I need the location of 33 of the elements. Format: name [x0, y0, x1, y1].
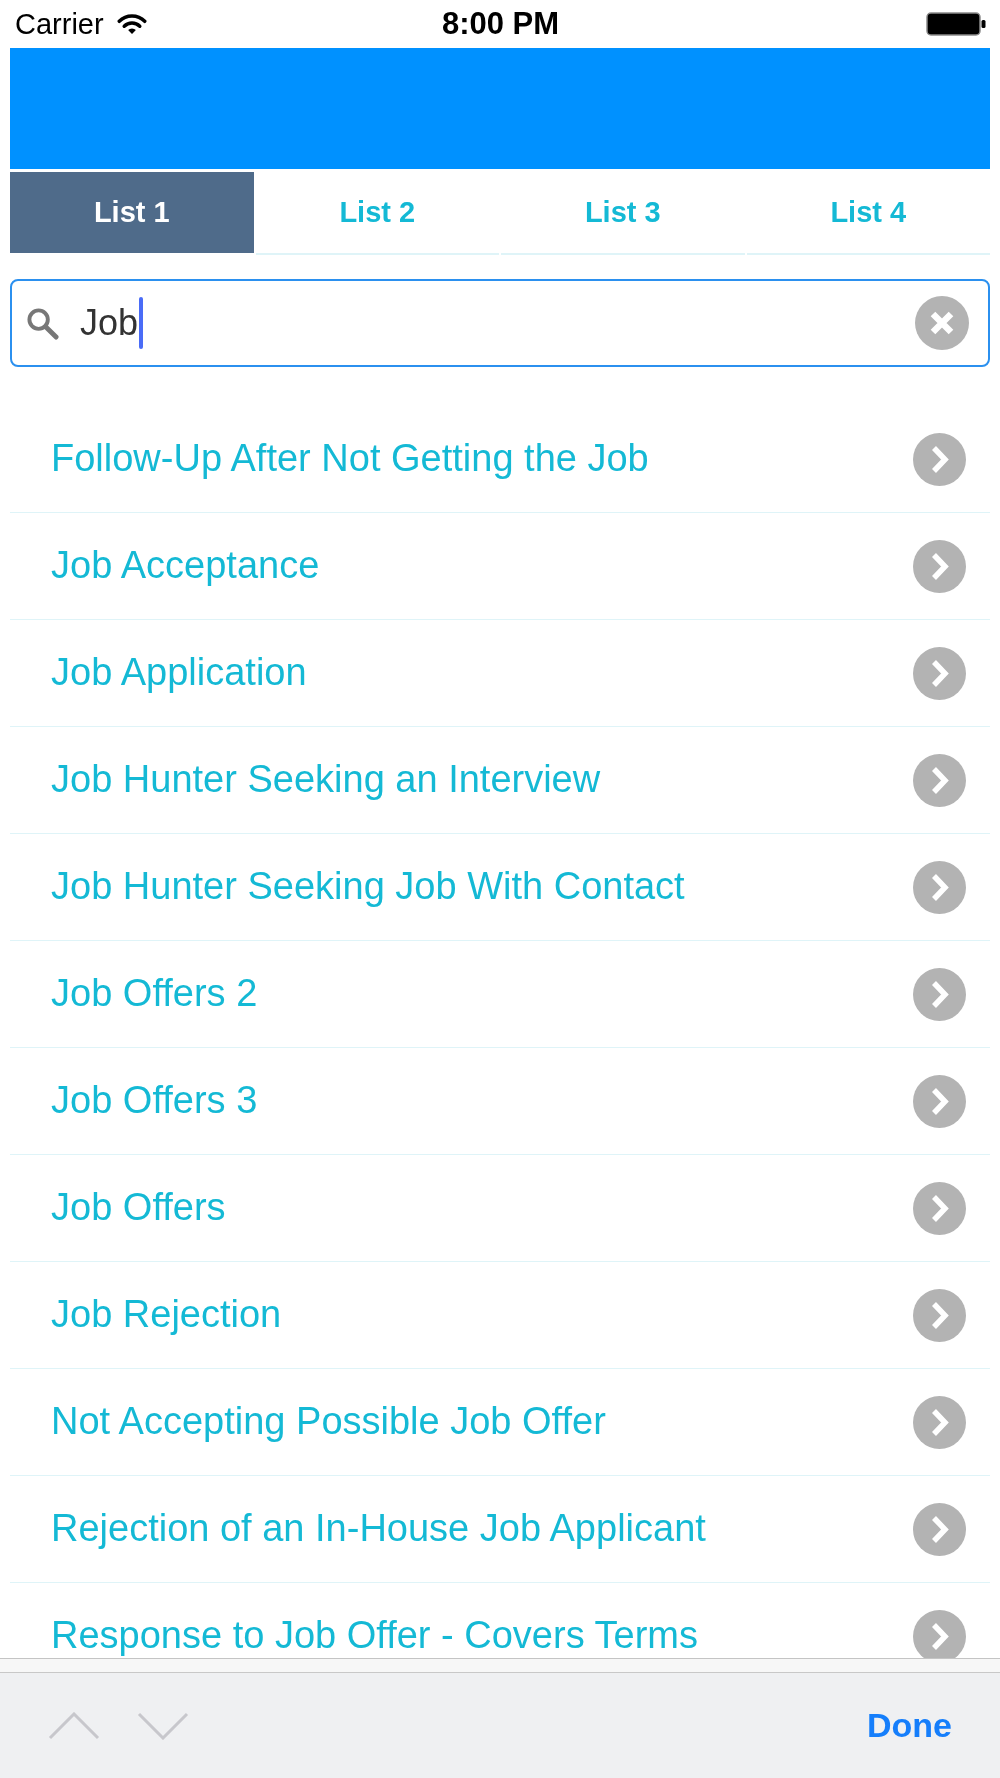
list-item[interactable]: Follow-Up After Not Getting the Job: [10, 406, 990, 513]
chevron-icon: [913, 860, 966, 914]
list-item[interactable]: Job Acceptance: [10, 513, 990, 620]
chevron-icon: [913, 753, 966, 807]
list-item[interactable]: Job Hunter Seeking Job With Contact: [10, 834, 990, 941]
search-icon: [26, 306, 59, 340]
list-item[interactable]: Job Application: [10, 620, 990, 727]
done-button[interactable]: Done: [867, 1706, 952, 1745]
text-cursor: [139, 297, 144, 349]
list-item[interactable]: Job Offers 3: [10, 1048, 990, 1155]
list-item[interactable]: Rejection of an In-House Job Applicant: [10, 1476, 990, 1583]
chevron-icon: [913, 1502, 966, 1556]
battery-icon: [926, 12, 986, 36]
chevron-icon: [913, 1074, 966, 1128]
chevron-icon: [913, 1609, 966, 1658]
status-time: 8:00 PM: [441, 6, 560, 42]
list-item[interactable]: Job Offers 2: [10, 941, 990, 1048]
list-item[interactable]: Not Accepting Possible Job Offer: [10, 1369, 990, 1476]
chevron-icon: [913, 1288, 966, 1342]
chevron-icon: [913, 967, 966, 1021]
chevron-icon: [913, 539, 966, 593]
search-field[interactable]: Job: [10, 279, 990, 367]
chevron-icon: [913, 646, 966, 700]
list-item[interactable]: Job Rejection: [10, 1262, 990, 1369]
wifi-icon: [116, 13, 147, 35]
list-item[interactable]: Job Offers: [10, 1155, 990, 1262]
chevron-icon: [913, 1181, 966, 1235]
chevron-icon: [913, 432, 966, 486]
list-item[interactable]: Job Hunter Seeking an Interview: [10, 727, 990, 834]
carrier-name: Carrier: [15, 7, 104, 41]
tab[interactable]: List 1: [10, 172, 254, 255]
chevron-icon: [913, 1395, 966, 1449]
clear-icon[interactable]: [915, 296, 969, 350]
